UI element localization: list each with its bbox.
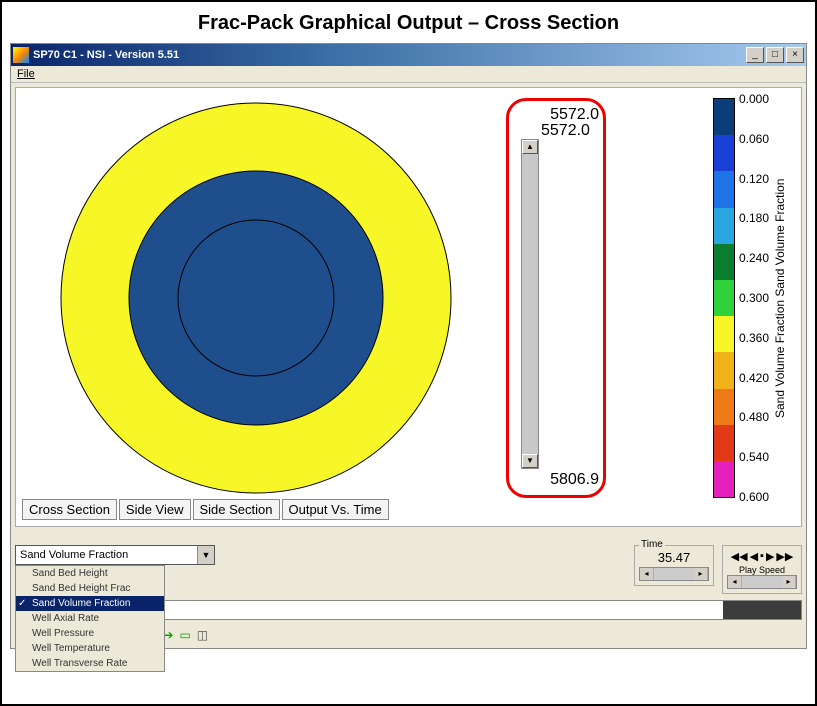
color-scale: 0.0000.0600.1200.1800.2400.3000.3600.420… <box>713 98 791 498</box>
bottom-controls: Sand Volume Fraction ▼ Sand Bed HeightSa… <box>15 545 802 644</box>
step-fwd-button[interactable]: ▶ <box>766 550 774 563</box>
color-scale-tick: 0.120 <box>739 172 769 186</box>
tool-icon[interactable]: ◫ <box>197 628 208 642</box>
color-scale-tick: 0.180 <box>739 211 769 225</box>
tab-side-view[interactable]: Side View <box>119 499 191 520</box>
app-icon <box>13 47 29 63</box>
parameter-option[interactable]: Well Axial Rate <box>16 611 164 626</box>
parameter-option[interactable]: Sand Bed Height Frac <box>16 581 164 596</box>
time-group: Time 35.47 ◂ ▸ <box>634 545 714 586</box>
time-label: Time <box>639 539 665 550</box>
color-scale-tick: 0.600 <box>739 490 769 504</box>
parameter-option[interactable]: Well Temperature <box>16 641 164 656</box>
color-swatch <box>714 389 734 425</box>
file-menu[interactable]: File <box>17 68 35 80</box>
parameter-option[interactable]: Well Pressure <box>16 626 164 641</box>
play-controls: ◀◀ ◀ ▪ ▶ ▶▶ <box>727 548 797 565</box>
scroll-down-button[interactable]: ▼ <box>522 454 538 468</box>
page-title: Frac-Pack Graphical Output – Cross Secti… <box>10 12 807 35</box>
parameter-select[interactable]: Sand Volume Fraction ▼ <box>15 545 215 565</box>
color-scale-tick: 0.540 <box>739 450 769 464</box>
color-scale-tick: 0.360 <box>739 331 769 345</box>
color-scale-tick: 0.300 <box>739 291 769 305</box>
tab-cross-section[interactable]: Cross Section <box>22 499 117 520</box>
stop-button[interactable]: ▪ <box>760 550 764 563</box>
color-swatch <box>714 280 734 316</box>
time-value: 35.47 <box>639 548 709 567</box>
time-scroll-right[interactable]: ▸ <box>694 568 708 580</box>
color-swatch <box>714 316 734 352</box>
color-swatch <box>714 208 734 244</box>
close-button[interactable]: × <box>786 47 804 63</box>
minimize-button[interactable]: _ <box>746 47 764 63</box>
maximize-button[interactable]: □ <box>766 47 784 63</box>
color-swatch <box>714 135 734 171</box>
timeline-remaining <box>723 601 802 619</box>
time-scrollbar[interactable]: ◂ ▸ <box>639 567 709 581</box>
window-title: SP70 C1 - NSI - Version 5.51 <box>33 49 744 61</box>
parameter-select-value: Sand Volume Fraction <box>20 549 128 561</box>
depth-bottom-value: 5806.9 <box>513 469 599 489</box>
dropdown-button[interactable]: ▼ <box>197 546 214 564</box>
parameter-option[interactable]: Well Transverse Rate <box>16 656 164 671</box>
depth-scrollbar[interactable]: ▲ ▼ <box>521 139 539 469</box>
color-swatch <box>714 244 734 280</box>
ffwd-button[interactable]: ▶▶ <box>776 550 793 563</box>
color-swatches <box>713 98 735 498</box>
time-scroll-left[interactable]: ◂ <box>640 568 654 580</box>
cross-section-chart <box>36 98 476 498</box>
parameter-dropdown-list: Sand Bed HeightSand Bed Height FracSand … <box>15 565 165 672</box>
app-window: SP70 C1 - NSI - Version 5.51 _ □ × File … <box>10 43 807 649</box>
color-swatch <box>714 99 734 135</box>
speed-scroll-left[interactable]: ◂ <box>728 576 742 588</box>
scroll-up-button[interactable]: ▲ <box>522 140 538 154</box>
color-scale-tick: 0.240 <box>739 251 769 265</box>
titlebar: SP70 C1 - NSI - Version 5.51 _ □ × <box>11 44 806 66</box>
color-scale-labels: 0.000 0.060 0.120 0.180 0.240 0.300 0.360 0.420… <box>735 92 769 504</box>
color-scale-tick: 0.420 <box>739 371 769 385</box>
tool-icon[interactable]: ▭ <box>179 628 190 642</box>
view-tabs: Cross Section Side View Side Section Out… <box>22 499 389 520</box>
color-swatch <box>714 425 734 461</box>
rewind-button[interactable]: ◀◀ <box>731 550 748 563</box>
color-swatch <box>714 461 734 497</box>
play-speed-label: Play Speed <box>727 565 797 575</box>
speed-scrollbar[interactable]: ◂ ▸ <box>727 575 797 589</box>
color-swatch <box>714 171 734 207</box>
depth-slider-highlight: 5572.0 5572.0 ▲ ▼ 5806.9 <box>506 98 606 498</box>
color-scale-tick: 0.000 <box>739 92 769 106</box>
client-area: 5572.0 5572.0 ▲ ▼ 5806.9 0.000 0.060 0.120… <box>11 83 806 648</box>
color-scale-tick: 0.480 <box>739 410 769 424</box>
play-speed-group: ◀◀ ◀ ▪ ▶ ▶▶ Play Speed ◂ ▸ <box>722 545 802 594</box>
color-scale-tick: 0.060 <box>739 132 769 146</box>
plot-panel: 5572.0 5572.0 ▲ ▼ 5806.9 0.000 0.060 0.120… <box>15 87 802 527</box>
menubar: File <box>11 66 806 83</box>
parameter-option[interactable]: Sand Volume Fraction <box>16 596 164 611</box>
speed-scroll-right[interactable]: ▸ <box>782 576 796 588</box>
color-scale-title: Sand Volume Fraction Sand Volume Fractio… <box>769 98 791 498</box>
depth-top-value: 5572.0 <box>513 107 599 123</box>
parameter-option[interactable]: Sand Bed Height <box>16 566 164 581</box>
tab-side-section[interactable]: Side Section <box>193 499 280 520</box>
step-back-button[interactable]: ◀ <box>750 550 758 563</box>
tab-output-vs-time[interactable]: Output Vs. Time <box>282 499 389 520</box>
color-swatch <box>714 352 734 388</box>
depth-current-value: 5572.0 <box>513 123 599 139</box>
